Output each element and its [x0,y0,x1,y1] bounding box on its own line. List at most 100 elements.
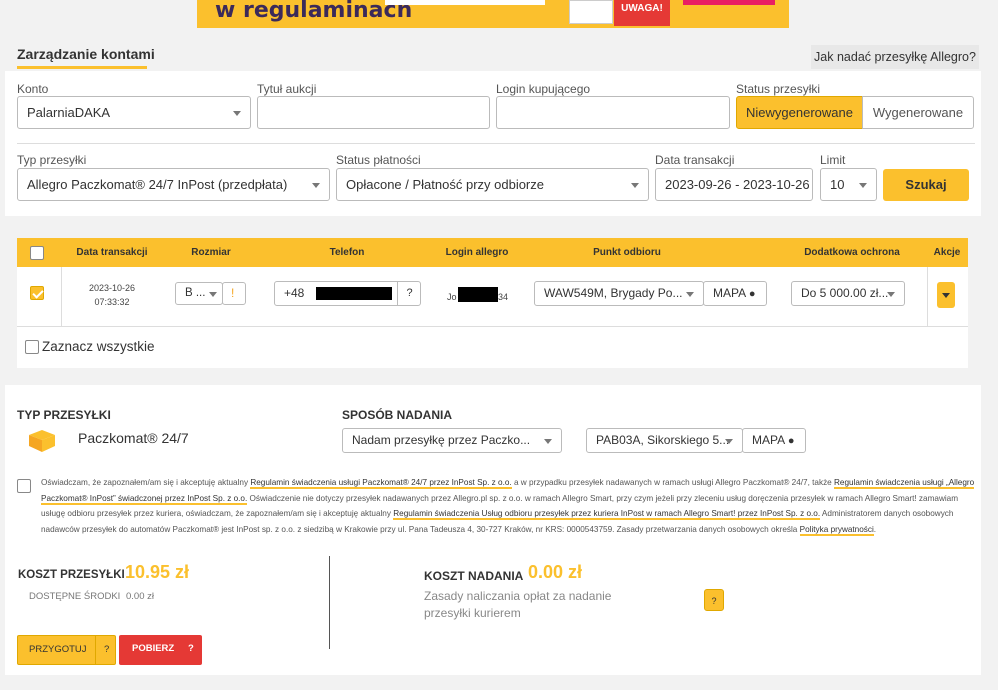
terms-part: . [873,524,877,534]
status-platnosci-label: Status płatności [336,153,421,167]
cell-divider [61,267,62,327]
status-platnosci-value: Opłacone / Płatność przy odbiorze [346,177,544,192]
login-redacted [458,287,498,302]
row-actions-button[interactable] [937,282,955,308]
limit-value: 10 [830,177,845,192]
chevron-down-icon [942,293,950,298]
map-pin-icon: ● [748,288,756,300]
col-data: Data transakcji [76,247,148,258]
map-pin-icon: ● [787,435,795,447]
prepare-label: PRZYGOTUJ [29,644,87,655]
terms-part: Oświadczam, że zapoznałem/am się i akcep… [41,478,251,487]
status-platnosci-select[interactable]: Opłacone / Płatność przy odbiorze [336,168,649,201]
konto-label: Konto [17,82,49,96]
sender-map-label: MAPA [752,433,785,447]
sender-point-value: PAB03A, Sikorskiego 5... [596,433,730,447]
row-select-checkbox[interactable] [30,286,44,300]
method-value: Nadam przesyłkę przez Paczko... [352,433,531,447]
col-akcje: Akcje [933,247,961,258]
send-cost-label: KOSZT NADANIA [424,569,524,583]
table-header: Data transakcji Rozmiar Telefon Login al… [17,238,968,267]
terms-link-3[interactable]: Regulamin świadczenia Usług odbioru prze… [393,509,821,520]
package-icon [25,429,59,453]
phone-prefix: +48 [284,286,305,300]
download-button[interactable]: POBIERZ ? [119,635,202,665]
tab-underline [17,66,147,69]
promo-banner[interactable]: w regulaminach UWAGA! [197,0,789,28]
send-cost-note: Zasady naliczania opłat za nadanie przes… [424,589,612,620]
chevron-down-icon [859,183,867,188]
row-time: 07:33:32 [94,297,130,307]
chevron-down-icon [686,292,694,297]
col-login: Login allegro [445,247,509,258]
tytul-label: Tytuł aukcji [257,82,317,96]
size-select[interactable]: B ... [175,282,223,305]
page-title[interactable]: Zarządzanie kontami [17,46,155,62]
phone-help-button[interactable]: ? [397,281,421,306]
select-all-checkbox[interactable] [25,340,39,354]
chevron-down-icon [631,183,639,188]
konto-select[interactable]: PalarniaDAKA [17,96,251,129]
konto-value: PalarniaDAKA [27,105,111,120]
terms-link-1[interactable]: Regulamin świadczenia usługi Paczkomat® … [250,478,512,489]
map-button[interactable]: MAPA ● [703,281,767,306]
prepare-help-icon[interactable]: ? [104,636,109,664]
tytul-input[interactable] [257,96,490,129]
data-input[interactable]: 2023-09-26 - 2023-10-26 [655,168,813,201]
method-heading: SPOSÓB NADANIA [342,408,453,422]
button-divider [95,635,96,665]
typ-select[interactable]: Allegro Paczkomat® 24/7 InPost (przedpła… [17,168,330,201]
orders-table-panel: Data transakcji Rozmiar Telefon Login al… [17,238,968,368]
limit-select[interactable]: 10 [820,168,877,201]
download-help-icon[interactable]: ? [188,635,194,663]
prepare-button[interactable]: PRZYGOTUJ ? [17,635,116,665]
protection-select[interactable]: Do 5 000.00 zł... [791,281,905,306]
size-value: B ... [185,287,206,299]
map-label: MAPA [713,286,746,300]
chevron-down-icon [312,183,320,188]
banner-document-icon [569,0,613,24]
header-select-checkbox[interactable] [30,246,44,260]
filters-panel: Konto PalarniaDAKA Tytuł aukcji Login ku… [5,71,981,216]
chevron-down-icon [544,439,552,444]
search-button[interactable]: Szukaj [883,169,969,201]
type-heading: TYP PRZESYŁKI [17,408,111,422]
download-label: POBIERZ [132,643,175,654]
filters-divider [17,143,975,144]
col-telefon: Telefon [329,247,365,258]
chevron-down-icon [233,111,241,116]
cell-divider [927,267,928,327]
banner-decor-pink [683,0,775,5]
chevron-down-icon [725,439,733,444]
protection-value: Do 5 000.00 zł... [801,286,889,300]
sender-map-button[interactable]: MAPA ● [742,428,806,453]
method-select[interactable]: Nadam przesyłkę przez Paczko... [342,428,562,453]
col-ochrona: Dodatkowa ochrona [804,247,900,258]
banner-decor [385,0,545,5]
status-niewygenerowane-button[interactable]: Niewygenerowane [736,96,863,129]
terms-text: Oświadczam, że zapoznałem/am się i akcep… [41,475,976,537]
select-all-label[interactable]: Zaznacz wszystkie [42,339,155,354]
size-warning-icon[interactable]: ! [222,282,246,305]
help-link[interactable]: Jak nadać przesyłkę Allegro? [811,45,979,69]
pickup-point-select[interactable]: WAW549M, Brygady Po... [534,281,704,306]
sender-point-select[interactable]: PAB03A, Sikorskiego 5... [586,428,743,453]
typ-value: Allegro Paczkomat® 24/7 InPost (przedpła… [27,177,288,192]
privacy-policy-link[interactable]: Polityka prywatności [799,524,874,536]
funds-value: 0.00 zł [126,591,154,602]
funds-label: DOSTĘPNE ŚRODKI [29,591,121,602]
terms-part: a w przypadku przesyłek nadawanych w ram… [511,478,835,487]
row-date: 2023-10-26 [88,283,136,293]
limit-label: Limit [820,153,846,167]
col-rozmiar: Rozmiar [191,247,231,258]
send-cost-value: 0.00 zł [528,562,583,582]
login-input[interactable] [496,96,730,129]
table-row: 2023-10-26 07:33:32 B ... ! +48 ? Jo 34 … [17,267,968,327]
phone-redacted [316,287,392,300]
terms-checkbox[interactable] [17,479,31,493]
send-cost-help-button[interactable]: ? [704,589,724,611]
cost-label: KOSZT PRZESYŁKI [18,569,125,581]
status-wygenerowane-button[interactable]: Wygenerowane [862,96,974,129]
pickup-point-value: WAW549M, Brygady Po... [544,286,683,300]
banner-text: w regulaminach [215,0,413,23]
